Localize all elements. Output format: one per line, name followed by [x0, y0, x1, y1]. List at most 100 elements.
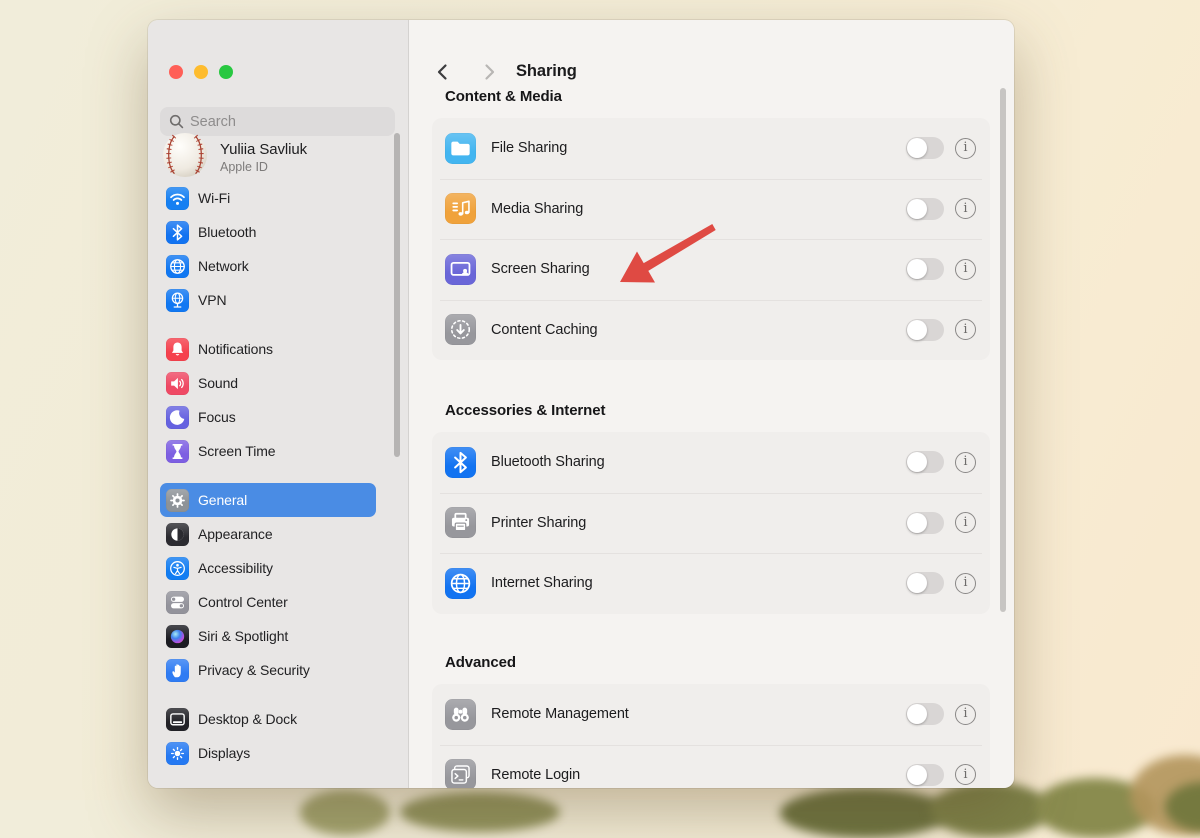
close-window-button[interactable]	[169, 65, 183, 79]
sidebar-item-label: Focus	[198, 409, 236, 425]
sidebar-item-label: Siri & Spotlight	[198, 628, 288, 644]
sidebar-item-vpn[interactable]: VPN	[160, 283, 376, 317]
info-button[interactable]: i	[955, 704, 976, 725]
section-title: Accessories & Internet	[445, 402, 990, 419]
main-pane: Sharing Content & MediaFile SharingiMedi…	[408, 20, 1014, 788]
control-center-icon	[166, 591, 189, 614]
sidebar-item-label: Sound	[198, 375, 238, 391]
settings-row-content-caching[interactable]: Content Cachingi	[432, 300, 990, 361]
sidebar-group: Desktop & Dock Displays	[160, 702, 376, 770]
sidebar-item-sound[interactable]: Sound	[160, 366, 376, 400]
sidebar-item-label: Wi-Fi	[198, 190, 230, 206]
settings-row-screen-sharing[interactable]: Screen Sharing i	[432, 239, 990, 300]
caching-icon	[445, 314, 476, 345]
wallpaper-tree	[780, 788, 950, 838]
toggle-switch[interactable]	[906, 572, 944, 594]
row-label: Screen Sharing	[491, 261, 590, 277]
profile-subtitle: Apple ID	[220, 160, 307, 174]
sidebar-item-network[interactable]: Network	[160, 249, 376, 283]
avatar	[162, 132, 208, 183]
info-button[interactable]: i	[955, 452, 976, 473]
sidebar-group: Wi-Fi Bluetooth Network VPN	[160, 181, 376, 317]
moon-icon	[166, 406, 189, 429]
toggle-switch[interactable]	[906, 451, 944, 473]
toggle-switch[interactable]	[906, 703, 944, 725]
sidebar-item-appearance[interactable]: Appearance	[160, 517, 376, 551]
sidebar-scrollbar[interactable]	[394, 133, 400, 457]
toggle-switch[interactable]	[906, 512, 944, 534]
sidebar-item-control-center[interactable]: Control Center	[160, 585, 376, 619]
sidebar-item-label: Network	[198, 258, 249, 274]
settings-row-file-sharing[interactable]: File Sharing i	[432, 118, 990, 179]
toggle-switch[interactable]	[906, 764, 944, 786]
row-label: Bluetooth Sharing	[491, 454, 605, 470]
settings-row-bluetooth-sharing[interactable]: Bluetooth Sharing i	[432, 432, 990, 493]
forward-button[interactable]	[480, 63, 498, 81]
speaker-icon	[166, 372, 189, 395]
wallpaper-tree	[300, 790, 390, 835]
sidebar-item-screen-time[interactable]: Screen Time	[160, 434, 376, 468]
sidebar-item-accessibility[interactable]: Accessibility	[160, 551, 376, 585]
content-scrollbar[interactable]	[1000, 88, 1006, 612]
search-icon	[169, 114, 184, 129]
vpn-icon	[166, 289, 189, 312]
sidebar-item-notifications[interactable]: Notifications	[160, 332, 376, 366]
sidebar-item-displays[interactable]: Displays	[160, 736, 376, 770]
hand-icon	[166, 659, 189, 682]
toggle-switch[interactable]	[906, 258, 944, 280]
row-label: Remote Login	[491, 767, 580, 783]
sidebar-item-focus[interactable]: Focus	[160, 400, 376, 434]
sidebar-item-siri-spotlight[interactable]: Siri & Spotlight	[160, 619, 376, 653]
settings-row-printer-sharing[interactable]: Printer Sharing i	[432, 493, 990, 554]
settings-row-internet-sharing[interactable]: Internet Sharingi	[432, 553, 990, 614]
toggle-knob	[907, 513, 927, 533]
minimize-window-button[interactable]	[194, 65, 208, 79]
info-button[interactable]: i	[955, 198, 976, 219]
toggle-switch[interactable]	[906, 137, 944, 159]
sidebar-item-bluetooth[interactable]: Bluetooth	[160, 215, 376, 249]
sidebar-item-label: Screen Time	[198, 443, 276, 459]
settings-group: Bluetooth SharingiPrinter SharingiIntern…	[432, 432, 990, 614]
accessibility-icon	[166, 557, 189, 580]
settings-row-remote-management[interactable]: Remote Managementi	[432, 684, 990, 745]
zoom-window-button[interactable]	[219, 65, 233, 79]
gear-icon	[166, 489, 189, 512]
info-button[interactable]: i	[955, 259, 976, 280]
row-label: Printer Sharing	[491, 515, 586, 531]
settings-row-media-sharing[interactable]: Media Sharingi	[432, 179, 990, 240]
toggle-switch[interactable]	[906, 198, 944, 220]
globe-icon	[445, 568, 476, 599]
apple-id-profile[interactable]: Yuliia Savliuk Apple ID	[162, 132, 307, 183]
sidebar-item-general[interactable]: General	[160, 483, 376, 517]
toggle-knob	[907, 259, 927, 279]
toggle-knob	[907, 452, 927, 472]
info-button[interactable]: i	[955, 138, 976, 159]
system-settings-window: Yuliia Savliuk Apple ID Wi-Fi Bluetooth Ne…	[148, 20, 1014, 788]
profile-name: Yuliia Savliuk	[220, 141, 307, 158]
toggle-switch[interactable]	[906, 319, 944, 341]
section-accessories-internet: Accessories & Internet Bluetooth Sharing i…	[432, 402, 990, 614]
section-title: Content & Media	[445, 88, 990, 105]
sidebar-item-label: Notifications	[198, 341, 273, 357]
row-label: File Sharing	[491, 140, 567, 156]
sidebar-item-label: Displays	[198, 745, 250, 761]
info-button[interactable]: i	[955, 764, 976, 785]
hourglass-icon	[166, 440, 189, 463]
globe-icon	[166, 255, 189, 278]
terminal-icon	[445, 759, 476, 788]
media-icon	[445, 193, 476, 224]
sun-icon	[166, 742, 189, 765]
sidebar-item-label: Control Center	[198, 594, 288, 610]
back-button[interactable]	[434, 63, 452, 81]
info-button[interactable]: i	[955, 319, 976, 340]
sidebar-item-label: VPN	[198, 292, 227, 308]
sidebar-item-wi-fi[interactable]: Wi-Fi	[160, 181, 376, 215]
sidebar-item-privacy-security[interactable]: Privacy & Security	[160, 653, 376, 687]
desktop-dock-icon	[166, 708, 189, 731]
sidebar-item-desktop-dock[interactable]: Desktop & Dock	[160, 702, 376, 736]
info-button[interactable]: i	[955, 512, 976, 533]
sidebar-item-label: Accessibility	[198, 560, 273, 576]
settings-row-remote-login[interactable]: Remote Login i	[432, 745, 990, 789]
info-button[interactable]: i	[955, 573, 976, 594]
settings-group: File SharingiMedia SharingiScreen Sharin…	[432, 118, 990, 360]
